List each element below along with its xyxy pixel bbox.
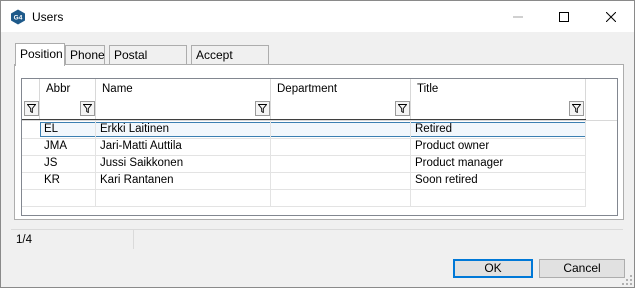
users-grid[interactable]: Abbr Name Department Title EL Erkki Lait… [21,78,618,216]
cell-title: Product owner [411,138,586,155]
users-dialog: G4 Users Position Phone Postal Address A… [0,0,635,288]
svg-text:G4: G4 [14,15,23,22]
cell-department [271,172,411,189]
column-header-department[interactable]: Department [271,79,411,120]
cancel-button[interactable]: Cancel [539,259,625,278]
tab-panel-position: Abbr Name Department Title EL Erkki Lait… [14,64,624,220]
table-row[interactable]: JMA Jari-Matti Auttila Product owner [22,138,617,155]
tab-accept-rights[interactable]: Accept Rights [191,45,269,81]
close-button[interactable] [588,1,634,32]
maximize-icon [559,11,569,22]
table-row[interactable]: KR Kari Rantanen Soon retired [22,172,617,189]
filter-icon[interactable] [80,101,95,116]
cell-name: Erkki Laitinen [96,121,271,138]
row-divider [22,206,586,207]
cell-title: Retired [411,121,586,138]
cell-title: Soon retired [411,172,586,189]
cell-abbr: KR [40,172,96,189]
grid-header: Abbr Name Department Title [22,79,617,121]
close-icon [606,11,616,22]
status-bar: 1/4 [11,229,623,249]
filter-icon[interactable] [255,101,270,116]
filter-icon[interactable] [24,101,39,116]
minimize-button[interactable] [495,1,541,32]
row-indicator-header [22,79,40,120]
cell-department [271,121,411,138]
row-divider [22,155,586,156]
resize-grip-icon[interactable] [622,275,632,285]
table-row[interactable]: EL Erkki Laitinen Retired [22,121,617,138]
column-header-label: Name [102,83,133,95]
column-header-title[interactable]: Title [411,79,586,120]
table-row[interactable]: JS Jussi Saikkonen Product manager [22,155,617,172]
column-header-abbr[interactable]: Abbr [40,79,96,120]
cell-name: Jussi Saikkonen [96,155,271,172]
minimize-icon [513,16,523,17]
column-header-label: Abbr [46,83,71,95]
row-divider [22,189,586,190]
empty-row [22,189,617,206]
cell-abbr: EL [40,121,96,138]
filter-icon[interactable] [395,101,410,116]
status-separator [133,230,134,249]
ok-button[interactable]: OK [453,259,533,278]
maximize-button[interactable] [541,1,587,32]
cell-name: Kari Rantanen [96,172,271,189]
window-title: Users [32,10,64,24]
tab-position[interactable]: Position [15,43,65,66]
filter-icon[interactable] [569,101,584,116]
column-header-label: Title [417,83,439,95]
column-header-label: Department [277,83,338,95]
cell-name: Jari-Matti Auttila [96,138,271,155]
cell-department [271,155,411,172]
cell-abbr: JMA [40,138,96,155]
tab-phone[interactable]: Phone [65,45,105,64]
tab-postal-address[interactable]: Postal Address [109,45,187,81]
row-divider [22,138,586,139]
cell-title: Product manager [411,155,586,172]
title-bar[interactable]: G4 Users [1,1,634,32]
record-counter: 1/4 [16,234,32,246]
app-icon: G4 [11,9,25,25]
cell-abbr: JS [40,155,96,172]
column-header-name[interactable]: Name [96,79,271,120]
row-divider [22,172,586,173]
cell-department [271,138,411,155]
